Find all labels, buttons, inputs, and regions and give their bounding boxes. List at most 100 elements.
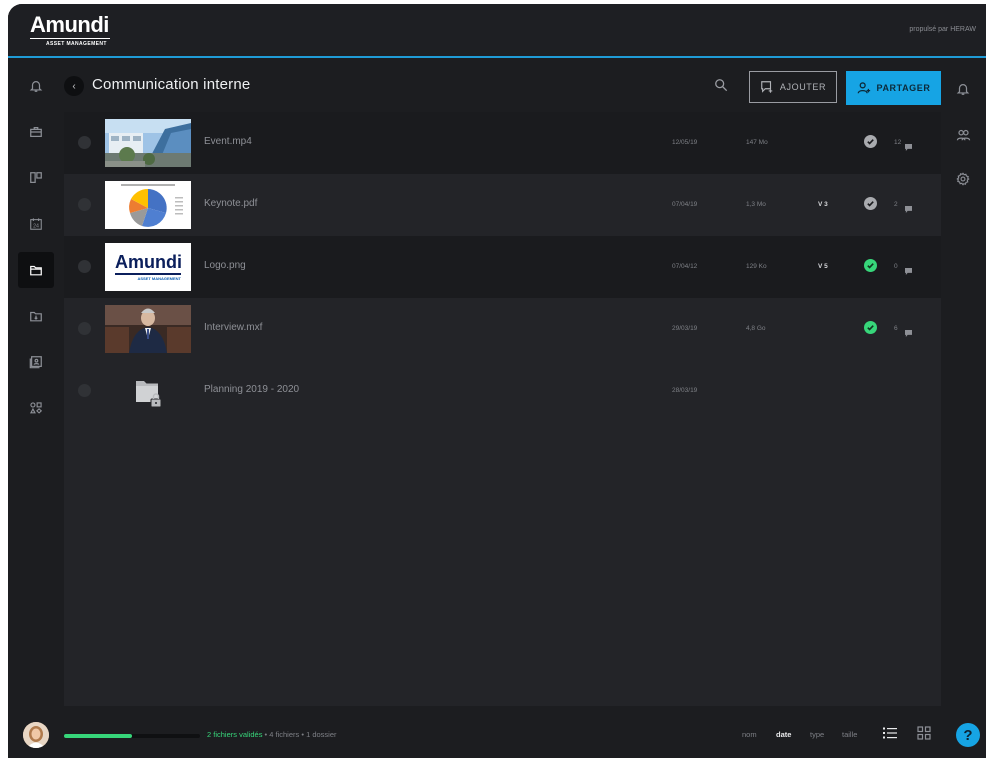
comment-icon[interactable] (905, 200, 912, 218)
back-button[interactable]: ‹ (64, 76, 84, 96)
list-view-button[interactable] (882, 725, 898, 746)
calendar-day: 24 (33, 224, 39, 230)
file-list: Event.mp4 12/05/19 147 Mo 12 Keynote.pdf… (64, 112, 941, 706)
add-comment-icon (761, 81, 773, 93)
app-window: Amundi ASSET MANAGEMENT propulsé par HER… (8, 4, 986, 758)
add-button-label: AJOUTER (779, 82, 827, 92)
bell-icon (956, 84, 970, 95)
sort-date[interactable]: date (776, 730, 791, 739)
file-date: 12/05/19 (672, 139, 698, 146)
logo-subtitle: ASSET MANAGEMENT (30, 38, 110, 47)
file-thumbnail-pdf (105, 181, 191, 229)
search-button[interactable] (714, 78, 728, 97)
file-thumbnail-video (105, 305, 191, 353)
files-count: 4 fichiers (269, 730, 300, 739)
comment-count: 6 (894, 325, 898, 332)
folders-count: 1 dossier (306, 730, 337, 739)
contacts-icon (29, 356, 42, 369)
settings-icon (956, 172, 970, 186)
left-nav: 24 (8, 58, 64, 710)
status-check-icon (864, 259, 877, 272)
progress-fill (64, 734, 132, 738)
sort-size[interactable]: taille (842, 730, 857, 739)
file-version: V 3 (818, 201, 828, 208)
status-check-icon (864, 135, 877, 148)
grid-view-button[interactable] (916, 725, 932, 746)
add-button[interactable]: AJOUTER (749, 71, 837, 103)
select-radio[interactable] (78, 136, 91, 149)
comment-icon[interactable] (905, 138, 912, 156)
nav-downloads[interactable] (18, 298, 54, 334)
avatar[interactable] (23, 722, 49, 748)
logo-thumbnail-sub: ASSET MANAGEMENT (137, 276, 181, 281)
grid-view-icon (917, 726, 931, 740)
search-icon (715, 79, 728, 92)
file-name: Keynote.pdf (204, 198, 258, 209)
nav-projects[interactable] (18, 114, 54, 150)
status-check-icon (864, 321, 877, 334)
kanban-icon (30, 172, 42, 183)
file-thumbnail-image: Amundi ASSET MANAGEMENT (105, 243, 191, 291)
select-radio[interactable] (78, 322, 91, 335)
validated-count: 2 fichiers validés (207, 730, 263, 739)
file-size: 129 Ko (746, 263, 767, 270)
file-size: 1,3 Mo (746, 201, 766, 208)
select-radio[interactable] (78, 384, 91, 397)
file-row[interactable]: Keynote.pdf 07/04/19 1,3 Mo V 3 2 (64, 174, 941, 236)
briefcase-icon (30, 127, 42, 137)
chevron-left-icon: ‹ (72, 80, 76, 92)
users-icon (956, 129, 970, 140)
validation-progress (64, 734, 200, 738)
folder-icon (30, 265, 42, 276)
locked-folder-icon (105, 367, 191, 415)
add-user-icon (857, 82, 870, 94)
sort-name[interactable]: nom (742, 730, 757, 739)
powered-by: propulsé par HERAW (909, 26, 976, 33)
file-date: 29/03/19 (672, 325, 698, 332)
file-row[interactable]: Interview.mxf 29/03/19 4,8 Go 6 (64, 298, 941, 360)
right-nav-settings[interactable] (946, 162, 980, 196)
comment-count: 0 (894, 263, 898, 270)
comment-count: 12 (894, 139, 902, 146)
nav-board[interactable] (18, 160, 54, 196)
file-row[interactable]: Amundi ASSET MANAGEMENT Logo.png 07/04/1… (64, 236, 941, 298)
page-title: Communication interne (92, 76, 251, 93)
share-button-label: PARTAGER (876, 83, 931, 93)
folder-name: Planning 2019 - 2020 (204, 384, 300, 395)
calendar-icon: 24 (30, 218, 42, 230)
nav-files[interactable] (18, 252, 54, 288)
help-button[interactable]: ? (956, 723, 980, 747)
file-name: Event.mp4 (204, 136, 252, 147)
sort-type[interactable]: type (810, 730, 824, 739)
file-size: 147 Mo (746, 139, 768, 146)
select-radio[interactable] (78, 260, 91, 273)
file-version: V 5 (818, 263, 828, 270)
comment-icon[interactable] (905, 324, 912, 342)
right-nav-users[interactable] (946, 118, 980, 152)
file-thumbnail-video (105, 119, 191, 167)
nav-calendar[interactable]: 24 (18, 206, 54, 242)
footer-bar: 2 fichiers validés • 4 fichiers • 1 doss… (8, 710, 986, 758)
file-size: 4,8 Go (746, 325, 766, 332)
logo-thumbnail-word: Amundi (115, 252, 182, 272)
nav-notifications[interactable] (18, 68, 54, 104)
files-summary: 2 fichiers validés • 4 fichiers • 1 doss… (207, 730, 337, 739)
folder-row[interactable]: Planning 2019 - 2020 28/03/19 (64, 360, 941, 422)
comment-icon[interactable] (905, 262, 912, 280)
list-view-icon (883, 727, 897, 739)
file-name: Interview.mxf (204, 322, 263, 333)
file-row[interactable]: Event.mp4 12/05/19 147 Mo 12 (64, 112, 941, 174)
status-check-icon (864, 197, 877, 210)
file-date: 07/04/12 (672, 263, 698, 270)
share-button[interactable]: PARTAGER (846, 71, 941, 105)
select-radio[interactable] (78, 198, 91, 211)
nav-contacts[interactable] (18, 344, 54, 380)
brand-logo[interactable]: Amundi ASSET MANAGEMENT (30, 14, 110, 47)
nav-apps[interactable] (18, 390, 54, 426)
file-name: Logo.png (204, 260, 246, 271)
help-icon: ? (963, 726, 973, 744)
right-nav-notifications[interactable] (946, 72, 980, 106)
folder-download-icon (30, 311, 42, 322)
file-date: 07/04/19 (672, 201, 698, 208)
comment-count: 2 (894, 201, 898, 208)
